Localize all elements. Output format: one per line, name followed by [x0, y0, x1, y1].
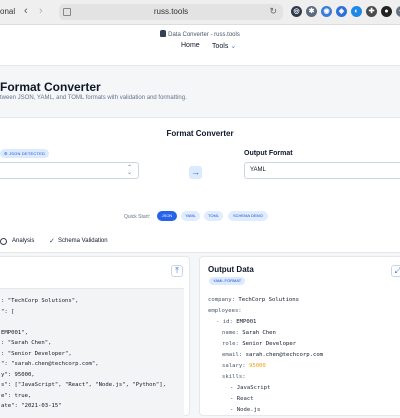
sparkle-icon[interactable]: ✦	[396, 6, 400, 17]
code-line: e": true,	[1, 392, 32, 399]
yaml-line: - Node.js	[230, 407, 261, 413]
quick-start-label: Quick Start:	[124, 214, 151, 220]
yaml-line: salary: 95000	[222, 363, 266, 369]
expand-button[interactable]: ⤢	[391, 265, 400, 277]
code-line: ": "sarah.chen@techcorp.com",	[1, 361, 99, 367]
yaml-key: email:	[222, 352, 243, 358]
breadcrumb-text: Data Converter - russ.tools	[168, 32, 240, 38]
reload-icon[interactable]: ↻	[269, 6, 277, 17]
quick-start-schema-demo-button[interactable]: SCHEMA DEMO	[228, 211, 268, 221]
select-arrows-icon: ⌃ ⌄	[126, 165, 132, 176]
code-line: ate": "2021-03-15"	[1, 403, 62, 409]
expand-icon: ⤢	[394, 266, 400, 275]
format-detected-text: JSON DETECTED	[9, 151, 46, 156]
extensions-icon[interactable]: ✚	[366, 6, 377, 17]
code-line: EMP001",	[1, 329, 28, 336]
quick-start-yaml-button[interactable]: YAML	[181, 211, 200, 221]
code-line: : "Senior Developer",	[1, 350, 72, 357]
code-line: y": 95000,	[1, 371, 35, 378]
page-title: Format Converter	[0, 80, 101, 94]
converter-title: Format Converter	[166, 129, 234, 138]
url-text: russ.tools	[153, 7, 189, 16]
output-format-badge: YAML FORMAT	[209, 277, 246, 285]
arrow-right-icon: →	[191, 167, 200, 177]
bitwarden-icon[interactable]: ◈	[336, 6, 347, 17]
nav-home-link[interactable]: Home	[181, 42, 200, 49]
browser-toolbar: onal ‹ › russ.tools ↻ ◎ ✱ ◉ ◈ ◐ ✚ ● ✦	[0, 0, 400, 25]
back-icon[interactable]: ‹	[24, 5, 28, 17]
yaml-line: - JavaScript	[230, 385, 271, 391]
output-format-label: Output Format	[244, 150, 293, 157]
output-panel: Output Data YAML FORMAT ⤢ company: TechC…	[199, 256, 400, 416]
output-format-select[interactable]: YAML	[244, 162, 400, 179]
page-subtitle: tween JSON, YAML, and TOML formats with …	[0, 95, 187, 101]
yaml-key: name:	[222, 330, 239, 336]
yaml-line: employees:	[208, 308, 242, 314]
nav-tools-menu[interactable]: Tools ⌄	[212, 42, 236, 50]
puzzle-icon[interactable]: ✱	[306, 6, 317, 17]
github-icon[interactable]: ●	[381, 6, 392, 17]
yaml-line: name: Sarah Chen	[222, 330, 276, 336]
yaml-value: TechCorp Solutions	[238, 297, 299, 303]
yaml-value: EMP001	[236, 319, 257, 325]
quick-start-toml-button[interactable]: TOML	[204, 211, 223, 221]
tab-title[interactable]: onal	[0, 7, 15, 16]
yaml-value: Sarah Chen	[242, 330, 276, 336]
code-line: : "TechCorp Solutions",	[1, 298, 79, 304]
vpn-icon[interactable]: ◉	[321, 6, 332, 17]
tab-schema-validation[interactable]: Schema Validation	[58, 238, 108, 244]
yaml-line: skills:	[222, 374, 246, 380]
logo-icon	[160, 30, 167, 37]
shield-icon[interactable]: ◎	[291, 6, 302, 17]
yaml-line: email: sarah.chen@techcorp.com	[222, 352, 323, 358]
yaml-line: role: Senior Developer	[222, 341, 296, 347]
breadcrumb: Data Converter - russ.tools	[0, 30, 400, 38]
format-detected-badge: ⚙ JSON DETECTED	[0, 149, 50, 158]
quick-start-json-button[interactable]: JSON	[157, 211, 177, 221]
input-format-select[interactable]: ⌃ ⌄	[0, 162, 139, 179]
yaml-key: role:	[222, 341, 239, 347]
tab-analysis[interactable]: Analysis	[12, 238, 34, 244]
yaml-value: 95000	[248, 363, 266, 369]
site-header: Data Converter - russ.tools Home Tools ⌄	[0, 25, 400, 66]
yaml-value: sarah.chen@techcorp.com	[245, 352, 324, 358]
analysis-icon	[0, 238, 7, 245]
yaml-key: salary:	[222, 363, 246, 369]
yaml-key: employees:	[208, 308, 242, 314]
output-title: Output Data	[208, 265, 254, 274]
forward-icon[interactable]: ›	[39, 5, 43, 17]
output-code-view: company: TechCorp Solutions employees: -…	[208, 297, 400, 417]
yaml-line: - id: EMP001	[216, 319, 256, 325]
nav-tools-label: Tools	[212, 43, 229, 50]
swap-formats-button[interactable]: →	[189, 166, 202, 179]
address-bar[interactable]: russ.tools ↻	[59, 4, 283, 20]
yaml-value: Senior Developer	[242, 341, 297, 347]
yaml-line: - React	[230, 396, 254, 402]
check-icon: ✓	[49, 238, 55, 245]
code-line: s": ["JavaScript", "React", "Node.js", "…	[1, 382, 167, 388]
yaml-key: company:	[208, 297, 235, 303]
code-line: : "Sarah Chen",	[1, 340, 52, 346]
code-line: ": [	[1, 308, 15, 315]
dark-mode-icon[interactable]: ◐	[351, 6, 362, 17]
input-code-editor[interactable]: : "TechCorp Solutions", ": [ EMP001", : "Sa…	[0, 288, 184, 418]
converter-card: Format Converter ⚙ JSON DETECTED ⌃ ⌄ → Ou…	[0, 117, 400, 253]
input-panel: ⤒ : "TechCorp Solutions", ": [EMP001",: "…	[0, 256, 190, 418]
yaml-key: skills:	[222, 374, 246, 380]
yaml-key: - id:	[216, 319, 233, 325]
upload-button[interactable]: ⤒	[171, 265, 183, 277]
upload-icon: ⤒	[175, 266, 179, 275]
yaml-line: company: TechCorp Solutions	[208, 297, 299, 303]
chevron-down-icon: ⌄	[230, 43, 237, 50]
